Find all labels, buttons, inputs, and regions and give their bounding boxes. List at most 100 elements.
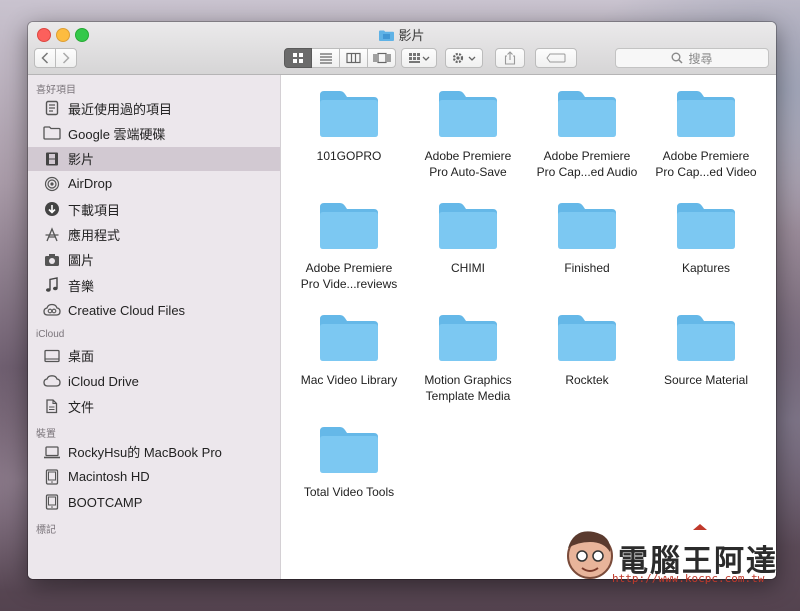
folder-label-line: Kaptures: [681, 261, 731, 275]
search-field[interactable]: 搜尋: [615, 48, 769, 68]
action-button[interactable]: [445, 48, 483, 68]
back-button[interactable]: [34, 48, 56, 68]
harddisk-icon: [43, 468, 61, 486]
sidebar-item[interactable]: Creative Cloud Files: [28, 298, 280, 322]
tags-button[interactable]: [535, 48, 577, 68]
folder-item[interactable]: Adobe Premiere Pro Auto-Save: [409, 89, 527, 180]
window-title: 影片: [28, 25, 776, 44]
sidebar-item-label: 桌面: [68, 349, 95, 365]
folder-label-line: Total Video Tools: [303, 485, 395, 499]
sidebar-item-label: iCloud Drive: [68, 373, 139, 389]
sidebar-item-label: Google 雲端硬碟: [68, 126, 166, 142]
list-view-button[interactable]: [312, 48, 340, 68]
title-bar: 影片 搜尋: [28, 22, 776, 75]
list-icon: [319, 53, 332, 64]
sidebar-item[interactable]: Macintosh HD: [28, 465, 280, 489]
folder-item[interactable]: Source Material: [647, 313, 765, 388]
folder-label-line: Pro Vide...reviews: [300, 277, 398, 291]
arrange-grid-icon: [409, 53, 430, 63]
sidebar-item[interactable]: Google 雲端硬碟: [28, 121, 280, 145]
folder-label-line: 101GOPRO: [316, 149, 382, 163]
folder-item[interactable]: Mac Video Library: [290, 313, 408, 388]
folder-icon: [558, 315, 616, 361]
folder-item[interactable]: Finished: [528, 201, 646, 276]
folder-label: Adobe Premiere Pro Auto-Save: [409, 148, 527, 180]
folder-label: 101GOPRO: [290, 148, 408, 164]
watermark-url: http://www.kocpc.com.tw: [612, 572, 765, 585]
sidebar-item[interactable]: 桌面: [28, 344, 280, 368]
folder-item[interactable]: Kaptures: [647, 201, 765, 276]
search-icon: [671, 52, 684, 64]
movies-icon: [43, 150, 61, 168]
folder-item[interactable]: Motion Graphics Template Media: [409, 313, 527, 404]
sidebar-item-label: 影片: [68, 152, 95, 168]
sidebar-item[interactable]: RockyHsu的 MacBook Pro: [28, 440, 280, 464]
folder-label-line: Pro Auto-Save: [429, 165, 507, 179]
cover-flow-view-button[interactable]: [368, 48, 396, 68]
sidebar-item-label: AirDrop: [68, 176, 113, 192]
sidebar-item[interactable]: 文件: [28, 394, 280, 418]
sidebar-item-label: 圖片: [68, 253, 95, 269]
sidebar-item[interactable]: 應用程式: [28, 223, 280, 247]
column-view-button[interactable]: [340, 48, 368, 68]
folder-label: Adobe Premiere Pro Vide...reviews: [290, 260, 408, 292]
sidebar-item-label: 音樂: [68, 278, 95, 294]
folder-label-line: Adobe Premiere: [543, 149, 631, 163]
downloads-icon: [43, 200, 61, 218]
sidebar-item-label: RockyHsu的 MacBook Pro: [68, 445, 222, 461]
forward-button[interactable]: [55, 48, 77, 68]
folder-item[interactable]: Rocktek: [528, 313, 646, 388]
sidebar-item[interactable]: 音樂: [28, 273, 280, 297]
folder-label: Rocktek: [528, 372, 646, 388]
columns-icon: [346, 52, 361, 64]
camera-icon: [43, 251, 61, 269]
folder-icon: [558, 91, 616, 137]
folder-label-line: Motion Graphics: [424, 373, 512, 387]
finder-window: 影片 搜尋 喜好項目 最近使用過的項目 Google 雲端硬碟 影片 AirDr…: [28, 22, 776, 579]
grid-icon: [293, 53, 303, 63]
documents-icon: [43, 397, 61, 415]
icon-view-button[interactable]: [284, 48, 312, 68]
folder-label: Total Video Tools: [290, 484, 408, 500]
folder-label: Mac Video Library: [290, 372, 408, 388]
sidebar-section-title: 標記: [36, 524, 56, 536]
recents-icon: [43, 99, 61, 117]
folder-label-line: Rocktek: [565, 373, 609, 387]
folder-item[interactable]: Adobe Premiere Pro Cap...ed Video: [647, 89, 765, 180]
folder-icon: [320, 203, 378, 249]
folder-label: Finished: [528, 260, 646, 276]
file-grid: 101GOPRO Adobe Premiere Pro Auto-Save Adobe…: [281, 75, 776, 579]
folder-item[interactable]: Adobe Premiere Pro Cap...ed Audio: [528, 89, 646, 180]
sidebar-item[interactable]: BOOTCAMP: [28, 490, 280, 514]
arrange-button[interactable]: [401, 48, 437, 68]
sidebar: 喜好項目 最近使用過的項目 Google 雲端硬碟 影片 AirDrop 下載項目 應用程式…: [28, 75, 281, 579]
folder-label: CHIMI: [409, 260, 527, 276]
folder-label-line: Source Material: [663, 373, 749, 387]
folder-item[interactable]: Total Video Tools: [290, 425, 408, 500]
gear-icon: [452, 52, 476, 64]
folder-item[interactable]: Adobe Premiere Pro Vide...reviews: [290, 201, 408, 292]
sidebar-item-label: 下載項目: [68, 202, 121, 218]
sidebar-item-label: 文件: [68, 399, 95, 415]
folder-label-line: CHIMI: [451, 261, 485, 275]
folder-label-line: Mac Video Library: [300, 373, 398, 387]
folder-icon: [320, 91, 378, 137]
sidebar-section-title: iCloud: [36, 328, 65, 340]
folder-item[interactable]: CHIMI: [409, 201, 527, 276]
sidebar-item-label: Macintosh HD: [68, 469, 150, 485]
view-mode-control: [284, 48, 396, 68]
harddisk-icon: [43, 493, 61, 511]
sidebar-item[interactable]: 影片: [28, 146, 280, 171]
sidebar-item[interactable]: 下載項目: [28, 197, 280, 221]
tag-icon: [546, 53, 566, 63]
sidebar-item[interactable]: iCloud Drive: [28, 369, 280, 393]
sidebar-item[interactable]: AirDrop: [28, 172, 280, 196]
sidebar-item[interactable]: 最近使用過的項目: [28, 96, 280, 120]
folder-label: Source Material: [647, 372, 765, 388]
share-button[interactable]: [495, 48, 525, 68]
folder-label-line: Template Media: [425, 389, 511, 403]
folder-label: Motion Graphics Template Media: [409, 372, 527, 404]
folder-item[interactable]: 101GOPRO: [290, 89, 408, 164]
sidebar-item[interactable]: 圖片: [28, 248, 280, 272]
sidebar-section-title: 裝置: [36, 428, 56, 440]
